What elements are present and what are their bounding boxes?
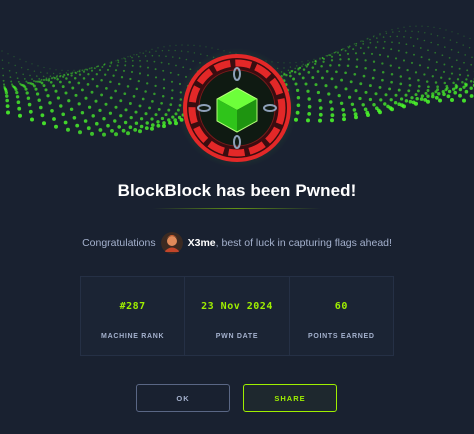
user-avatar xyxy=(160,232,183,254)
pwned-banner xyxy=(0,0,474,180)
congrats-suffix: , best of luck in capturing flags ahead! xyxy=(215,237,392,249)
green-wave-background xyxy=(0,25,474,180)
stats-panel: #287 MACHINE RANK 23 Nov 2024 PWN DATE 6… xyxy=(80,276,394,356)
pwned-modal: BlockBlock has been Pwned! Congratulatio… xyxy=(0,0,474,434)
stat-machine-rank: #287 MACHINE RANK xyxy=(80,276,186,356)
stat-label: MACHINE RANK xyxy=(101,333,165,340)
share-button[interactable]: SHARE xyxy=(243,384,337,412)
blockchain-cube-badge-icon xyxy=(177,48,297,168)
page-title: BlockBlock has been Pwned! xyxy=(117,181,357,200)
username[interactable]: X3me xyxy=(188,237,216,249)
stat-label: POINTS EARNED xyxy=(307,333,375,340)
stat-value: #287 xyxy=(119,301,146,312)
title-divider xyxy=(153,208,321,209)
stat-pwn-date: 23 Nov 2024 PWN DATE xyxy=(185,276,290,356)
ok-button[interactable]: OK xyxy=(136,384,230,412)
stat-value: 23 Nov 2024 xyxy=(201,301,273,312)
stat-points-earned: 60 POINTS EARNED xyxy=(289,276,394,356)
congratulations-message: Congratulations X3me , best of luck in c… xyxy=(0,232,474,254)
stat-value: 60 xyxy=(334,301,348,312)
congrats-prefix: Congratulations xyxy=(82,237,156,249)
stat-label: PWN DATE xyxy=(215,333,259,340)
